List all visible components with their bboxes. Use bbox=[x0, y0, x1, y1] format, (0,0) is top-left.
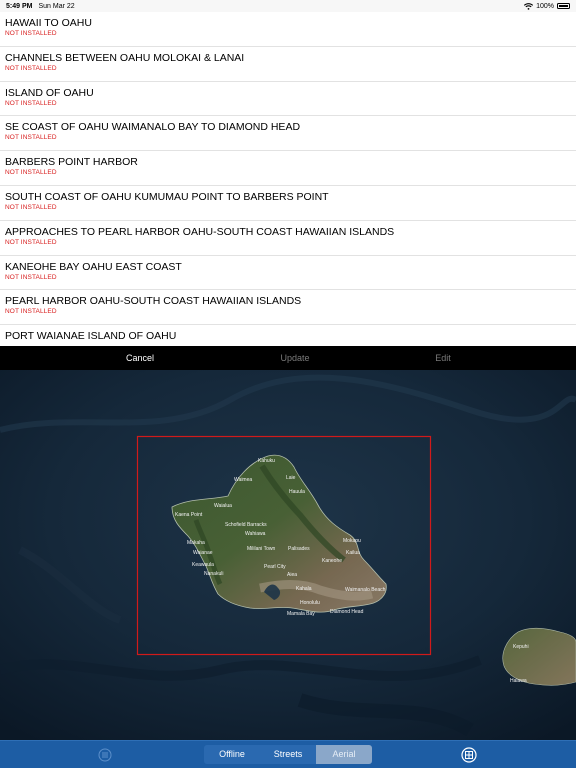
map-label: Mamala Bay bbox=[287, 611, 315, 617]
battery-percent: 100% bbox=[536, 2, 554, 10]
list-item[interactable]: PORT WAIANAE ISLAND OF OAHU bbox=[0, 325, 576, 346]
chart-title: KANEOHE BAY OAHU EAST COAST bbox=[5, 260, 182, 273]
chart-title: CHANNELS BETWEEN OAHU MOLOKAI & LANAI bbox=[5, 51, 245, 64]
list-item[interactable]: BARBERS POINT HARBOR NOT INSTALLED bbox=[0, 151, 576, 186]
update-button[interactable]: Update bbox=[255, 346, 335, 370]
wifi-icon bbox=[524, 2, 534, 10]
map-label: Keawaula bbox=[192, 562, 214, 568]
map-label: Diamond Head bbox=[330, 609, 364, 615]
chart-title: SE COAST OF OAHU WAIMANALO BAY TO DIAMON… bbox=[5, 121, 301, 134]
bottom-tabbar: Offline Streets Aerial bbox=[0, 740, 576, 768]
map-label: Wahiawa bbox=[245, 531, 266, 537]
map-label: Kahuku bbox=[258, 458, 275, 464]
status-time: 5:49 PM bbox=[6, 2, 33, 10]
chart-title: PEARL HARBOR OAHU-SOUTH COAST HAWAIIAN I… bbox=[5, 295, 302, 308]
edit-toolbar: Cancel Update Edit bbox=[0, 346, 576, 370]
chart-title: ISLAND OF OAHU bbox=[5, 86, 94, 99]
chart-status: NOT INSTALLED bbox=[5, 30, 57, 37]
status-left: 5:49 PM Sun Mar 22 bbox=[6, 3, 75, 10]
list-item[interactable]: PEARL HARBOR OAHU-SOUTH COAST HAWAIIAN I… bbox=[0, 290, 576, 326]
chart-title: PORT WAIANAE ISLAND OF OAHU bbox=[5, 330, 177, 343]
chart-status: NOT INSTALLED bbox=[5, 203, 57, 211]
chart-status: NOT INSTALLED bbox=[5, 169, 57, 177]
map-label: Kaena Point bbox=[175, 512, 203, 518]
list-item[interactable]: HAWAII TO OAHU NOT INSTALLED bbox=[0, 12, 576, 47]
chart-list: HAWAII TO OAHU NOT INSTALLED CHANNELS BE… bbox=[0, 12, 576, 346]
molokai-island bbox=[502, 627, 576, 686]
chart-title: APPROACHES TO PEARL HARBOR OAHU-SOUTH CO… bbox=[5, 225, 395, 238]
chart-status: NOT INSTALLED bbox=[5, 64, 57, 72]
list-item[interactable]: KANEOHE BAY OAHU EAST COAST NOT INSTALLE… bbox=[0, 256, 576, 291]
chart-title: SOUTH COAST OF OAHU KUMUMAU POINT TO BAR… bbox=[5, 190, 329, 203]
status-right: 100% bbox=[524, 3, 570, 10]
map-label: Waianae bbox=[193, 550, 213, 556]
map-label: Hauula bbox=[289, 489, 305, 495]
map-label: Schofield Barracks bbox=[225, 522, 267, 528]
list-item[interactable]: SOUTH COAST OF OAHU KUMUMAU POINT TO BAR… bbox=[0, 186, 576, 221]
map-label: Mokapu bbox=[343, 538, 361, 544]
map-label: Kailua bbox=[346, 550, 360, 556]
map-label: Kaneohe bbox=[322, 558, 342, 564]
list-item[interactable]: ISLAND OF OAHU NOT INSTALLED bbox=[0, 82, 576, 117]
chart-grid-icon[interactable] bbox=[461, 747, 477, 763]
map-label: Kepuhi bbox=[513, 644, 529, 650]
map-label: Kahala bbox=[296, 586, 312, 592]
map-label: Pearl City bbox=[264, 564, 286, 570]
list-icon[interactable] bbox=[98, 748, 112, 762]
chart-status: NOT INSTALLED bbox=[5, 273, 57, 281]
aerial-map[interactable]: Waimea Laie Hauula Waialua Kaena Point S… bbox=[0, 370, 576, 740]
edit-button[interactable]: Edit bbox=[403, 346, 483, 370]
list-item[interactable]: CHANNELS BETWEEN OAHU MOLOKAI & LANAI NO… bbox=[0, 47, 576, 82]
list-item[interactable]: APPROACHES TO PEARL HARBOR OAHU-SOUTH CO… bbox=[0, 221, 576, 256]
chart-status: NOT INSTALLED bbox=[5, 308, 57, 316]
chart-status: NOT INSTALLED bbox=[5, 238, 57, 246]
status-date: Sun Mar 22 bbox=[38, 2, 75, 10]
status-bar: 5:49 PM Sun Mar 22 100% bbox=[0, 0, 576, 12]
map-label: Makaha bbox=[187, 540, 205, 546]
battery-icon bbox=[557, 3, 570, 9]
chart-status: NOT INSTALLED bbox=[5, 134, 57, 142]
map-type-selector: Offline Streets Aerial bbox=[204, 745, 372, 764]
chart-title: HAWAII TO OAHU bbox=[5, 17, 92, 29]
map-label: Waimea bbox=[234, 477, 252, 483]
map-label: Palisades bbox=[288, 546, 310, 552]
cancel-button[interactable]: Cancel bbox=[100, 346, 180, 370]
chart-title: BARBERS POINT HARBOR bbox=[5, 156, 138, 169]
offline-segment[interactable]: Offline bbox=[204, 745, 260, 764]
map-label: Mililani Town bbox=[247, 546, 275, 552]
map-label: Aiea bbox=[287, 572, 297, 578]
map-canvas: Waimea Laie Hauula Waialua Kaena Point S… bbox=[0, 370, 576, 740]
map-label: Waialua bbox=[214, 503, 232, 509]
map-label: Nanakuli bbox=[204, 571, 223, 577]
chart-status: NOT INSTALLED bbox=[5, 99, 57, 107]
aerial-segment[interactable]: Aerial bbox=[316, 745, 372, 764]
map-label: Laie bbox=[286, 475, 296, 481]
map-label: Waimanalo Beach bbox=[345, 587, 386, 593]
list-item[interactable]: SE COAST OF OAHU WAIMANALO BAY TO DIAMON… bbox=[0, 116, 576, 152]
map-label: Honolulu bbox=[300, 600, 320, 606]
streets-segment[interactable]: Streets bbox=[260, 745, 316, 764]
map-label: Halawa bbox=[510, 678, 527, 684]
